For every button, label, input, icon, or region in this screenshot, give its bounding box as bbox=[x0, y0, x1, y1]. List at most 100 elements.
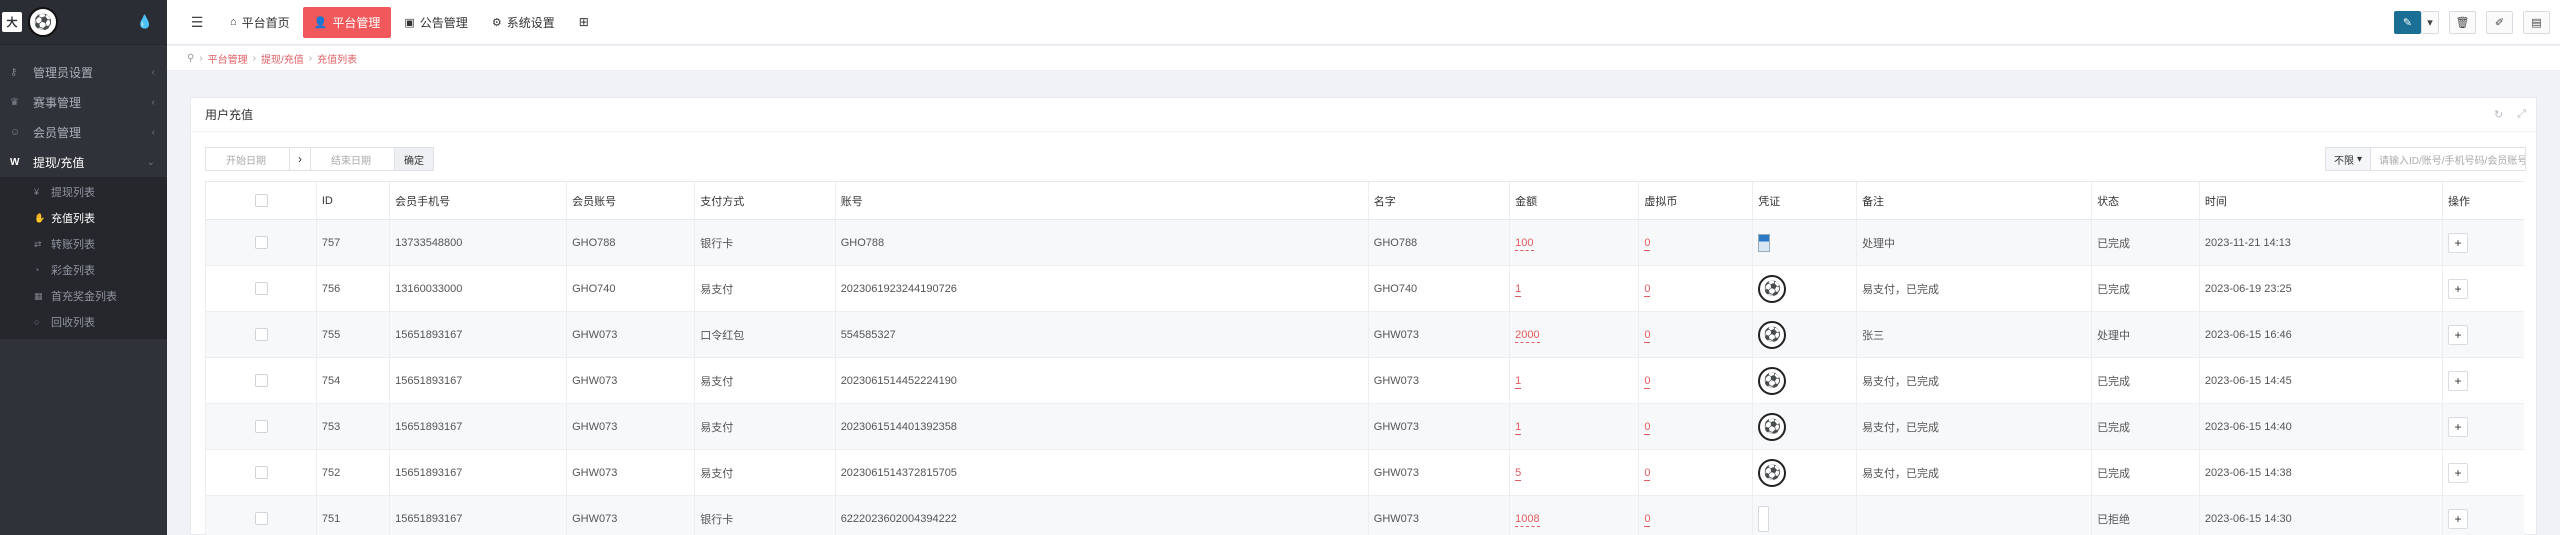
breadcrumb-item[interactable]: 提现/充值 bbox=[261, 51, 304, 66]
add-action-button[interactable]: + bbox=[2448, 232, 2469, 253]
sidebar-subitem-recharge-list[interactable]: ✋ 充值列表 bbox=[0, 205, 167, 231]
voucher-ball-image[interactable]: ⚽ bbox=[1758, 366, 1787, 395]
add-action-button[interactable]: + bbox=[2448, 416, 2469, 437]
cell-account: GHW073 bbox=[566, 449, 695, 496]
refresh-icon[interactable]: ↻ bbox=[2494, 108, 2503, 121]
chevron-left-icon: ‹ bbox=[151, 126, 155, 138]
cell-phone: 13733548800 bbox=[389, 219, 567, 266]
row-select-cell bbox=[205, 495, 317, 535]
voucher-empty-image[interactable] bbox=[1758, 505, 1770, 532]
grid-menu-icon[interactable]: ⊞ bbox=[568, 7, 600, 38]
amount-editable[interactable]: 2000 bbox=[1515, 328, 1540, 343]
tab-notice-management[interactable]: ▣ 公告管理 bbox=[393, 7, 478, 38]
row-checkbox[interactable] bbox=[255, 420, 268, 433]
sidebar-item-label: 管理员设置 bbox=[33, 65, 94, 80]
coin-editable[interactable]: 0 bbox=[1644, 420, 1651, 435]
cell-voucher: ⚽ bbox=[1752, 311, 1857, 358]
tab-platform-management[interactable]: 👤 平台管理 bbox=[302, 6, 392, 38]
voucher-ball-image[interactable]: ⚽ bbox=[1758, 320, 1787, 349]
voucher-ball-image[interactable]: ⚽ bbox=[1758, 274, 1787, 303]
sidebar-subitem-transfer-list[interactable]: ⇄ 转账列表 bbox=[0, 231, 167, 257]
amount-editable[interactable]: 1 bbox=[1515, 420, 1522, 435]
tab-system-settings[interactable]: ⚙ 系统设置 bbox=[481, 7, 566, 38]
add-action-button[interactable]: + bbox=[2448, 508, 2469, 529]
cell-remark: 易支付，已完成 bbox=[1856, 449, 2092, 496]
cell-time: 2023-06-15 14:40 bbox=[2198, 403, 2443, 450]
panel-header: 用户充值 ↻ ⤢ bbox=[191, 98, 2536, 132]
water-drop-icon[interactable]: 💧 bbox=[137, 14, 153, 30]
voucher-image[interactable] bbox=[1758, 233, 1771, 252]
sidebar-toggle-icon[interactable]: ▤ bbox=[2523, 10, 2550, 34]
sidebar-item-member-management[interactable]: ☺ 会员管理 ‹ bbox=[0, 117, 167, 147]
edit-icon[interactable]: ✐ bbox=[2486, 10, 2513, 34]
coin-editable[interactable]: 0 bbox=[1644, 466, 1651, 481]
coin-editable[interactable]: 0 bbox=[1644, 512, 1651, 527]
add-action-button[interactable]: + bbox=[2448, 278, 2469, 299]
coin-editable[interactable]: 0 bbox=[1644, 374, 1651, 389]
amount-editable[interactable]: 100 bbox=[1515, 236, 1534, 251]
voucher-ball-image[interactable]: ⚽ bbox=[1758, 458, 1787, 487]
cell-status: 已完成 bbox=[2091, 449, 2200, 496]
add-action-button[interactable]: + bbox=[2448, 462, 2469, 483]
theme-icon[interactable]: ✎ bbox=[2394, 10, 2421, 34]
caret-down-icon[interactable]: ▾ bbox=[2421, 10, 2439, 34]
sidebar-subitem-first-deposit-bonus-list[interactable]: ▦ 首充奖金列表 bbox=[0, 283, 167, 309]
coin-editable[interactable]: 0 bbox=[1644, 282, 1651, 297]
column-header: 操作 bbox=[2442, 181, 2524, 220]
row-checkbox[interactable] bbox=[255, 466, 268, 479]
table-row: 752 15651893167 GHW073 易支付 20230615143728157… bbox=[205, 449, 2524, 496]
limit-select[interactable]: 不限 ▾ bbox=[2324, 147, 2371, 171]
end-date-input[interactable]: 结束日期 bbox=[310, 147, 395, 171]
coin-editable[interactable]: 0 bbox=[1644, 328, 1651, 343]
confirm-button[interactable]: 确定 bbox=[394, 147, 434, 171]
breadcrumb-item[interactable]: 充值列表 bbox=[317, 51, 357, 66]
add-action-button[interactable]: + bbox=[2448, 370, 2469, 391]
cell-pay-method: 银行卡 bbox=[694, 219, 836, 266]
amount-editable[interactable]: 1 bbox=[1515, 374, 1522, 389]
table-row: 751 15651893167 GHW073 银行卡 62220236020043942… bbox=[205, 495, 2524, 535]
cell-amount: 1 bbox=[1509, 403, 1639, 450]
cell-id: 754 bbox=[315, 357, 390, 404]
add-action-button[interactable]: + bbox=[2448, 324, 2469, 345]
tab-platform-home[interactable]: ⌂ 平台首页 bbox=[219, 7, 301, 38]
table-row: 753 15651893167 GHW073 易支付 20230615144013923… bbox=[205, 403, 2524, 450]
trash-icon[interactable]: 🗑 bbox=[2449, 10, 2476, 34]
amount-editable[interactable]: 1 bbox=[1515, 282, 1522, 297]
row-checkbox[interactable] bbox=[255, 282, 268, 295]
sidebar-subitem-withdraw-list[interactable]: ¥ 提现列表 bbox=[0, 179, 167, 205]
top-right-tools: ✎ ▾ 🗑 ✐ ▤ bbox=[2394, 10, 2550, 34]
row-checkbox[interactable] bbox=[255, 374, 268, 387]
cell-coin: 0 bbox=[1638, 265, 1753, 312]
menu-toggle-icon[interactable]: ☰ bbox=[183, 14, 211, 31]
sidebar-item-match-management[interactable]: ♛ 赛事管理 ‹ bbox=[0, 87, 167, 117]
fullscreen-icon[interactable]: ⤢ bbox=[2517, 108, 2526, 121]
amount-editable[interactable]: 1008 bbox=[1515, 512, 1540, 527]
row-checkbox[interactable] bbox=[255, 328, 268, 341]
row-checkbox[interactable] bbox=[255, 236, 268, 249]
cell-actions: + bbox=[2442, 495, 2524, 535]
cell-pay-method: 口令红包 bbox=[694, 311, 836, 358]
voucher-ball-image[interactable]: ⚽ bbox=[1758, 412, 1787, 441]
cell-actions: + bbox=[2442, 357, 2524, 404]
row-checkbox[interactable] bbox=[255, 512, 268, 525]
chevron-right-icon: › bbox=[290, 147, 310, 171]
search-input[interactable]: 请输入ID/账号/手机号码/会员账号 bbox=[2371, 147, 2526, 171]
recharge-panel: 用户充值 ↻ ⤢ 开始日期 › 结束日期 确定 不限 ▾ 请输入ID/账号/手机… bbox=[190, 97, 2537, 535]
amount-editable[interactable]: 5 bbox=[1515, 466, 1522, 481]
select-all-checkbox[interactable] bbox=[255, 194, 268, 207]
sidebar-subitem-bonus-list[interactable]: ◔ 彩金列表 bbox=[0, 257, 167, 283]
sidebar-subnav: ¥ 提现列表 ✋ 充值列表 ⇄ 转账列表 ◔ 彩金列表 ▦ 首充奖金列表 ○ 回… bbox=[0, 177, 167, 339]
coin-editable[interactable]: 0 bbox=[1644, 236, 1651, 251]
cell-id: 753 bbox=[315, 403, 390, 450]
wifi-icon: ◔ bbox=[34, 265, 40, 275]
cell-id: 757 bbox=[315, 219, 390, 266]
cell-account-number: 554585327 bbox=[834, 311, 1369, 358]
sidebar-item-admin-settings[interactable]: ⚷ 管理员设置 ‹ bbox=[0, 57, 167, 87]
cell-actions: + bbox=[2442, 449, 2524, 496]
start-date-input[interactable]: 开始日期 bbox=[205, 147, 290, 171]
cell-phone: 15651893167 bbox=[389, 403, 567, 450]
breadcrumb-item[interactable]: 平台管理 bbox=[208, 51, 248, 66]
sidebar-subitem-recycle-list[interactable]: ○ 回收列表 bbox=[0, 309, 167, 335]
row-select-cell bbox=[205, 357, 317, 404]
sidebar-item-withdraw-recharge[interactable]: W 提现/充值 ⌄ bbox=[0, 147, 167, 177]
